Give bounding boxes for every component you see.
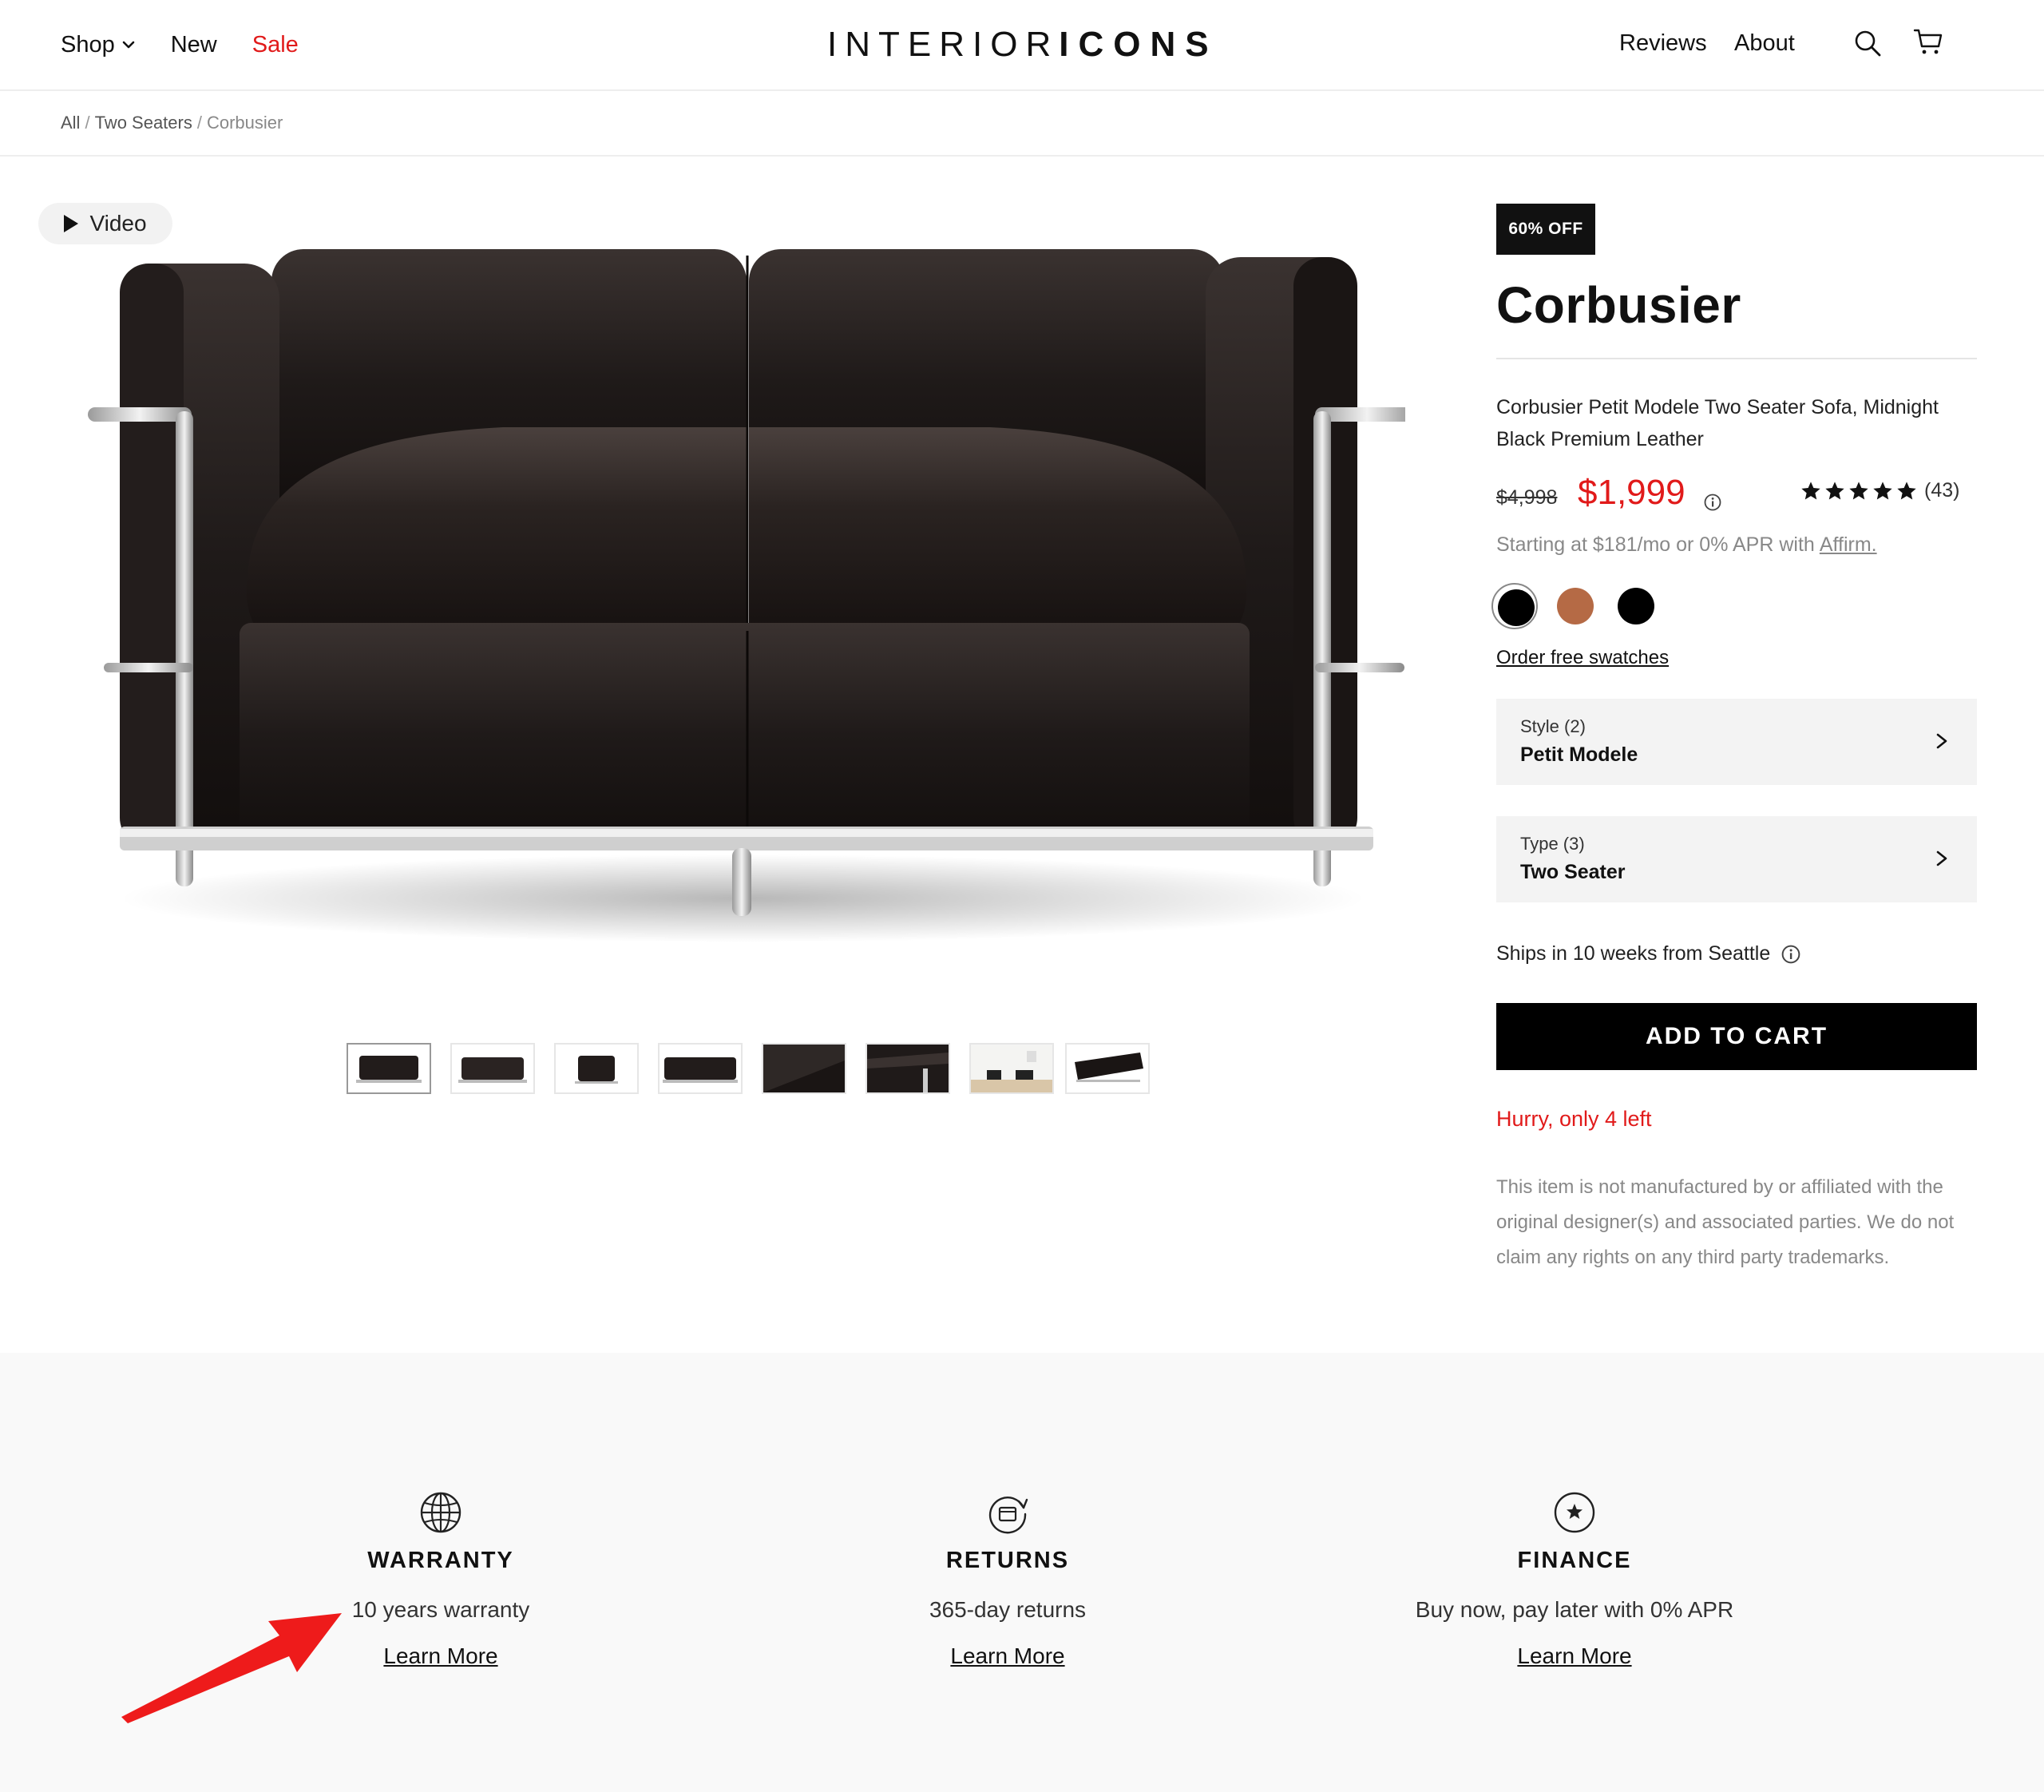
logo-part-interior: INTERIOR (827, 25, 1060, 64)
thumbnail-3[interactable] (554, 1043, 639, 1094)
rating-count: (43) (1924, 479, 1960, 502)
red-arrow-annotation (121, 1613, 342, 1723)
shipping-info: Ships in 10 weeks from Seattle (1496, 942, 1800, 965)
cart-icon[interactable] (1913, 27, 1943, 56)
chevron-right-icon (1936, 733, 1947, 749)
feature-subtitle: 365-day returns (929, 1597, 1087, 1622)
site-header: Shop New Sale INTERIOR ICONS Reviews Abou… (0, 0, 2044, 91)
brand-logo[interactable]: INTERIOR ICONS (827, 21, 1218, 69)
returns-icon (988, 1497, 1028, 1534)
breadcrumb-two-seaters[interactable]: Two Seaters (95, 113, 192, 133)
swatch-black[interactable] (1613, 583, 1659, 629)
breadcrumb-separator: / (85, 113, 90, 133)
swatch-color (1498, 589, 1535, 626)
search-icon[interactable] (1853, 29, 1882, 57)
thumbnail-2[interactable] (450, 1043, 535, 1094)
nav-about[interactable]: About (1734, 30, 1795, 57)
logo-part-icons: ICONS (1059, 25, 1218, 64)
star-icon (1849, 481, 1868, 499)
financing-copy: Starting at $181/mo or 0% APR with (1496, 533, 1815, 556)
breadcrumb: All / Two Seaters / Corbusier (61, 91, 2044, 155)
thumbnail-4[interactable] (658, 1043, 743, 1094)
star-icon (1825, 481, 1844, 499)
thumbnail-7[interactable] (969, 1043, 1054, 1094)
primary-nav: Shop New Sale (61, 0, 299, 89)
star-icon (1897, 481, 1916, 499)
product-title: Corbusier (1496, 276, 1741, 334)
product-main-image[interactable] (88, 232, 1405, 982)
product-description: Corbusier Petit Modele Two Seater Sofa, … (1496, 396, 1939, 450)
returns-learn-more-link[interactable]: Learn More (950, 1643, 1064, 1668)
swatch-color (1557, 588, 1594, 624)
price-original: $4,998 (1496, 486, 1558, 509)
feature-learn-more-row: Learn More (768, 1643, 1247, 1669)
nav-new[interactable]: New (171, 32, 217, 58)
feature-title: FINANCE (1517, 1548, 1632, 1573)
thumbnail-8[interactable] (1065, 1043, 1150, 1094)
affirm-link[interactable]: Affirm. (1820, 533, 1877, 556)
shipping-text: Ships in 10 weeks from Seattle (1496, 942, 1771, 965)
price-info-icon[interactable] (1704, 494, 1721, 511)
chevron-down-icon (122, 41, 135, 49)
title-divider (1496, 358, 1977, 359)
price-sale: $1,999 (1578, 473, 1686, 512)
type-selector[interactable]: Type (3) Two Seater (1496, 816, 1977, 902)
style-selector[interactable]: Style (2) Petit Modele (1496, 699, 1977, 785)
swatch-color (1618, 588, 1654, 624)
nav-shop-label: Shop (61, 31, 115, 57)
rating[interactable]: (43) (1800, 479, 1959, 502)
finance-learn-more-link[interactable]: Learn More (1517, 1643, 1631, 1668)
play-icon (64, 215, 79, 232)
feature-subtitle: Buy now, pay later with 0% APR (1415, 1597, 1734, 1622)
chevron-right-icon (1936, 850, 1947, 866)
style-selector-value: Petit Modele (1520, 743, 1638, 766)
swatch-cognac-leather[interactable] (1552, 583, 1598, 629)
financing-text: Starting at $181/mo or 0% APR with Affirm… (1496, 533, 1877, 557)
style-selector-label: Style (2) (1520, 716, 1586, 736)
feature-learn-more-row: Learn More (1335, 1643, 1814, 1669)
type-selector-value: Two Seater (1520, 861, 1626, 883)
feature-title: RETURNS (945, 1548, 1070, 1573)
discount-badge: 60% OFF (1496, 204, 1595, 255)
star-icon (1801, 481, 1820, 499)
nav-sale[interactable]: Sale (252, 32, 299, 58)
trademark-disclaimer: This item is not manufactured by or affi… (1496, 1176, 1955, 1268)
breadcrumb-all[interactable]: All (61, 113, 80, 133)
stock-warning: Hurry, only 4 left (1496, 1107, 1652, 1131)
feature-title: WARRANTY (367, 1548, 514, 1573)
thumbnail-5[interactable] (762, 1043, 846, 1094)
thumbnail-1[interactable] (347, 1043, 431, 1094)
nav-reviews[interactable]: Reviews (1619, 30, 1707, 57)
star-circle-icon (1554, 1492, 1595, 1533)
nav-shop[interactable]: Shop (61, 32, 136, 58)
star-icon (1873, 481, 1892, 499)
swatch-black-leather[interactable] (1491, 583, 1538, 629)
type-selector-label: Type (3) (1520, 834, 1585, 854)
warranty-learn-more-link[interactable]: Learn More (383, 1643, 497, 1668)
globe-icon (420, 1492, 461, 1533)
features-section: WARRANTY 10 years warranty Learn More RE… (0, 1353, 2044, 1792)
breadcrumb-current: Corbusier (206, 113, 283, 133)
breadcrumb-divider (0, 155, 2044, 157)
breadcrumb-separator: / (196, 113, 202, 133)
shipping-info-icon[interactable] (1781, 945, 1800, 964)
order-free-swatches-link[interactable]: Order free swatches (1496, 647, 1669, 669)
thumbnail-6[interactable] (866, 1043, 950, 1094)
add-to-cart-button[interactable]: ADD TO CART (1496, 1003, 1977, 1070)
